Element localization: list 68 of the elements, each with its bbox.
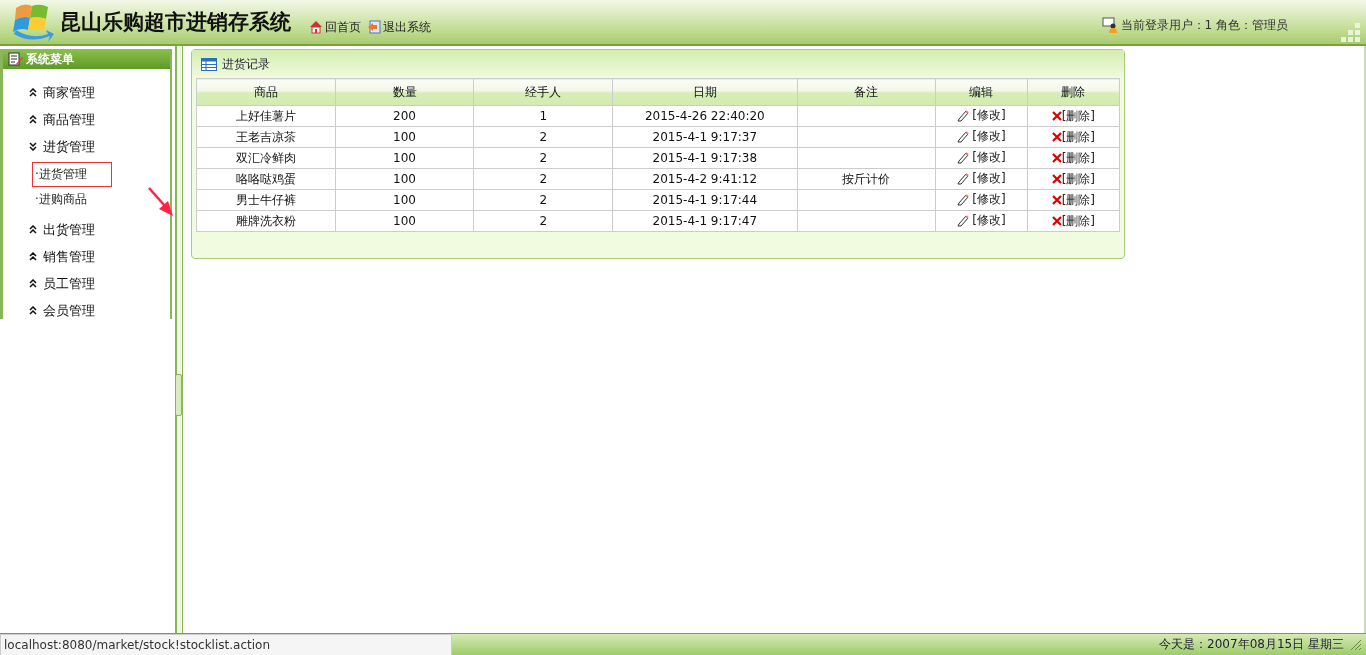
table-cell: 2 [539,193,548,207]
pencil-icon [957,109,970,122]
table-cell: 2015-4-1 9:17:37 [652,130,758,144]
pencil-icon [957,214,970,227]
table-cell: 100 [393,172,416,186]
pencil-icon [957,151,970,164]
column-header: 数量 [335,78,474,106]
menu-item[interactable]: 出货管理 [29,216,95,243]
delete-x-icon [1051,111,1062,121]
table-cell: 按斤计价 [842,171,891,186]
splitter-handle[interactable] [175,374,182,416]
table-cell: 2015-4-26 22:40:20 [644,109,765,123]
annotation-arrow [147,186,175,218]
column-header: 备注 [797,78,936,106]
table-cell: 双汇冷鲜肉 [235,150,296,165]
delete-x-icon [1051,132,1062,142]
home-link[interactable]: 回首页 [309,18,361,36]
delete-x-icon [1051,153,1062,163]
table-cell: 王老吉凉茶 [235,129,296,144]
table-cell: 咯咯哒鸡蛋 [235,171,296,186]
delete-x-icon [1051,216,1062,226]
resize-grip-icon [1350,639,1362,651]
column-header: 日期 [612,78,798,106]
table-cell: 2 [539,151,548,165]
table-cell: 100 [393,193,416,207]
table-cell: 100 [393,130,416,144]
submenu-item[interactable]: ·进货管理 [32,162,112,187]
table-cell: 100 [393,151,416,165]
table-cell: 2015-4-1 9:17:44 [652,193,758,207]
pencil-icon [957,130,970,143]
menu-item[interactable]: 商家管理 [29,79,95,106]
menu-header: 系统菜单 [3,49,170,69]
column-header: 删除 [1027,78,1120,106]
menu-item[interactable]: 进货管理 [29,133,95,160]
menu-item[interactable]: 销售管理 [29,243,95,270]
pencil-icon [957,193,970,206]
column-header: 商品 [196,78,336,106]
table-icon [201,57,217,71]
pencil-icon [957,172,970,185]
table-cell: 2015-4-1 9:17:47 [652,214,758,228]
table-cell: 2015-4-1 9:17:38 [652,151,758,165]
user-icon [1101,17,1118,33]
table-cell: 2 [539,172,548,186]
menu-item[interactable]: 会员管理 [29,297,95,324]
status-url: localhost:8080/market/stock!stocklist.action [0,634,452,655]
table-cell: 1 [539,109,548,123]
edit-note-icon [8,52,23,66]
menu-item[interactable]: 商品管理 [29,106,95,133]
house-icon [309,20,323,34]
table-cell: 2015-4-2 9:41:12 [652,172,758,186]
table-cell: 2 [539,130,548,144]
table-cell: 上好佳薯片 [235,108,296,123]
submenu-item[interactable]: ·进购商品 [32,187,112,212]
panel-title: 进货记录 [222,55,270,73]
table-cell: 2 [539,214,548,228]
app-title: 昆山乐购超市进销存系统 [60,9,291,36]
table-cell: 200 [393,109,416,123]
column-header: 经手人 [473,78,613,106]
table-cell: 男士牛仔裤 [235,192,296,207]
user-info: 当前登录用户：1 角色：管理员 [1120,16,1288,34]
logout-link[interactable]: 退出系统 [367,18,431,36]
menu-item[interactable]: 员工管理 [29,270,95,297]
footer-date: 今天是：2007年08月15日 星期三 [1159,636,1344,653]
table-cell: 雕牌洗衣粉 [235,213,296,228]
delete-x-icon [1051,195,1062,205]
delete-x-icon [1051,174,1062,184]
column-header: 编辑 [935,78,1028,106]
table-cell: 100 [393,214,416,228]
